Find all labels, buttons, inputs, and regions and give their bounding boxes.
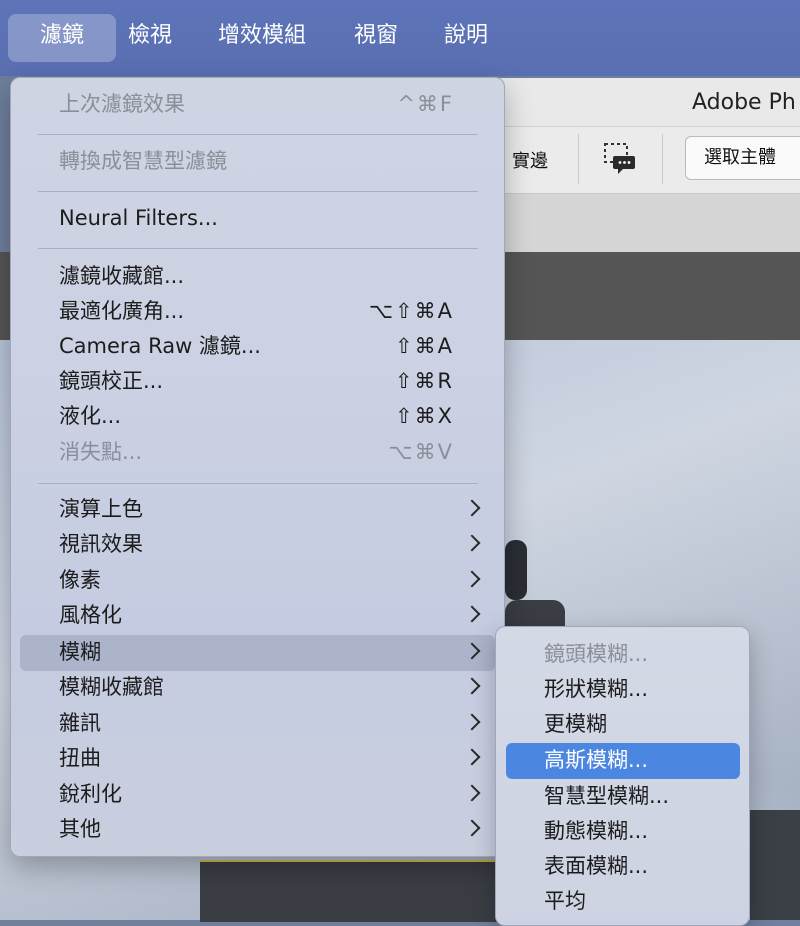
- menu-separator: [38, 248, 478, 249]
- submenu-item-surface-blur[interactable]: 表面模糊...: [496, 849, 749, 884]
- menu-separator: [38, 134, 478, 135]
- menu-item-liquify[interactable]: 液化... ⇧⌘X: [11, 399, 504, 434]
- chevron-right-icon: [463, 677, 481, 695]
- chevron-right-icon: [463, 534, 481, 552]
- menu-item-convert-smart-filter[interactable]: 轉換成智慧型濾鏡: [11, 144, 504, 179]
- chevron-right-icon: [463, 642, 481, 660]
- menu-item-sharpen[interactable]: 銳利化: [11, 777, 504, 812]
- submenu-item-blur-more[interactable]: 更模糊: [496, 707, 749, 742]
- submenu-item-lens-blur[interactable]: 鏡頭模糊...: [496, 637, 749, 672]
- menu-item-pixelate[interactable]: 像素: [11, 563, 504, 598]
- menu-separator: [38, 191, 478, 192]
- submenu-item-gaussian-blur[interactable]: 高斯模糊...: [496, 743, 749, 779]
- menubar-window[interactable]: 視窗: [346, 14, 406, 62]
- menu-item-blur[interactable]: 模糊: [11, 635, 504, 670]
- menubar-help[interactable]: 說明: [436, 14, 496, 62]
- selection-speech-icon[interactable]: [603, 142, 635, 176]
- submenu-item-smart-blur[interactable]: 智慧型模糊...: [496, 779, 749, 814]
- menu-item-camera-raw[interactable]: Camera Raw 濾鏡... ⇧⌘A: [11, 329, 504, 364]
- menu-item-neural-filters[interactable]: Neural Filters...: [11, 201, 504, 236]
- chevron-right-icon: [463, 713, 481, 731]
- menu-item-last-filter[interactable]: 上次濾鏡效果 ^⌘F: [11, 87, 504, 122]
- menubar: 濾鏡 檢視 增效模組 視窗 說明: [0, 0, 800, 76]
- chevron-right-icon: [463, 605, 481, 623]
- menubar-view[interactable]: 檢視: [120, 14, 180, 62]
- menubar-plugins[interactable]: 增效模組: [212, 14, 312, 62]
- photo-object: [505, 540, 527, 600]
- chevron-right-icon: [463, 748, 481, 766]
- window-title: Adobe Ph: [692, 90, 796, 115]
- photo-object: [200, 860, 520, 922]
- menu-item-blur-gallery[interactable]: 模糊收藏館: [11, 670, 504, 705]
- menu-item-stylize[interactable]: 風格化: [11, 598, 504, 633]
- menu-item-noise[interactable]: 雜訊: [11, 706, 504, 741]
- submenu-item-motion-blur[interactable]: 動態模糊...: [496, 814, 749, 849]
- document-tabs: [480, 194, 800, 252]
- menu-item-vanishing-point[interactable]: 消失點... ⌥⌘V: [11, 435, 504, 470]
- chevron-right-icon: [463, 784, 481, 802]
- chevron-right-icon: [463, 819, 481, 837]
- chevron-right-icon: [463, 499, 481, 517]
- select-subject-button[interactable]: 選取主體: [685, 136, 800, 180]
- options-divider: [662, 134, 663, 184]
- menu-item-other[interactable]: 其他: [11, 812, 504, 847]
- options-label: 實邊: [512, 151, 548, 172]
- menubar-filter[interactable]: 濾鏡: [8, 14, 116, 62]
- menu-item-distort[interactable]: 扭曲: [11, 741, 504, 776]
- photo-object: [750, 810, 800, 920]
- menu-separator: [38, 483, 478, 484]
- filter-menu: 上次濾鏡效果 ^⌘F 轉換成智慧型濾鏡 Neural Filters... 濾鏡…: [10, 77, 505, 857]
- menu-item-lens-correction[interactable]: 鏡頭校正... ⇧⌘R: [11, 364, 504, 399]
- chevron-right-icon: [463, 570, 481, 588]
- menu-item-filter-gallery[interactable]: 濾鏡收藏館...: [11, 259, 504, 294]
- submenu-item-shape-blur[interactable]: 形狀模糊...: [496, 672, 749, 707]
- menu-item-video[interactable]: 視訊效果: [11, 527, 504, 562]
- blur-submenu: 鏡頭模糊... 形狀模糊... 更模糊 高斯模糊... 智慧型模糊... 動態模…: [495, 626, 750, 926]
- menu-item-adaptive-wide-angle[interactable]: 最適化廣角... ⌥⇧⌘A: [11, 294, 504, 329]
- options-divider: [578, 134, 579, 184]
- submenu-item-average[interactable]: 平均: [496, 884, 749, 919]
- menu-item-render[interactable]: 演算上色: [11, 492, 504, 527]
